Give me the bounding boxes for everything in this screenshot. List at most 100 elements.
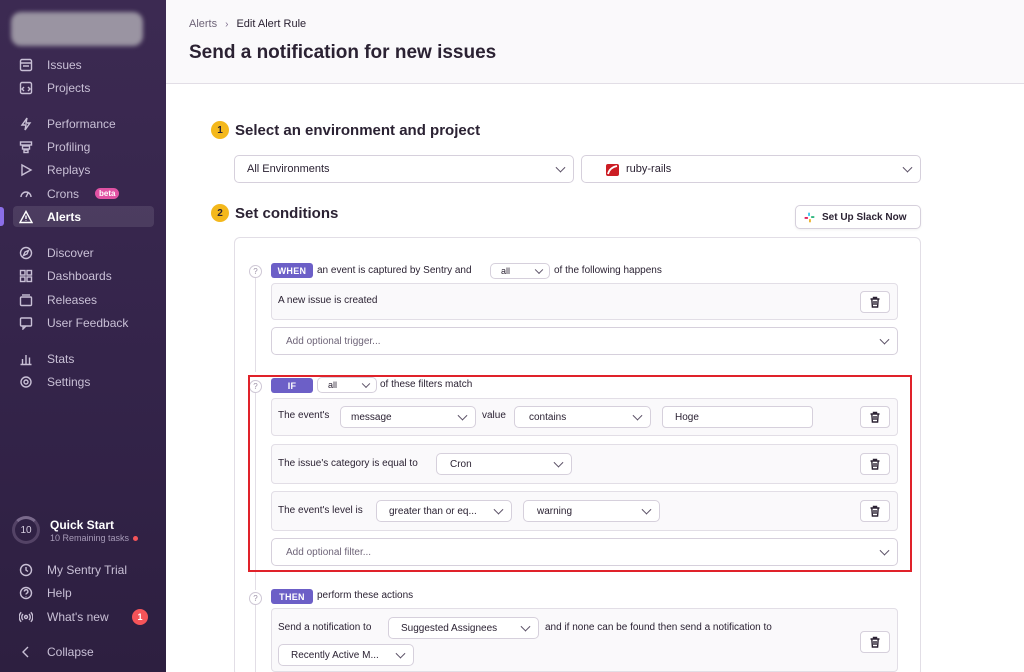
- project-platform-icon: [606, 164, 619, 179]
- action-fallback-select[interactable]: Recently Active M...: [278, 644, 414, 666]
- crons-icon: [19, 187, 33, 201]
- org-switcher[interactable]: [11, 12, 143, 46]
- sidebar-item-stats[interactable]: Stats: [13, 348, 154, 369]
- page-title: Send a notification for new issues: [189, 42, 497, 63]
- environment-select[interactable]: All Environments: [234, 155, 574, 183]
- chevron-down-icon: [879, 334, 890, 345]
- sidebar-item-label: Releases: [47, 292, 98, 307]
- profiling-icon: [19, 140, 33, 154]
- settings-icon: [19, 375, 33, 389]
- when-match-value: all: [501, 266, 511, 276]
- action-label: Send a notification to: [278, 622, 372, 633]
- performance-icon: [19, 117, 33, 131]
- step-set-conditions: 2 Set conditions: [211, 204, 338, 222]
- sidebar-item-whats-new[interactable]: What's new 1: [13, 606, 154, 627]
- whats-new-count-badge: 1: [132, 608, 148, 625]
- issues-icon: [19, 58, 33, 72]
- chevron-down-icon: [555, 162, 566, 173]
- setup-slack-button[interactable]: Set Up Slack Now: [795, 205, 921, 229]
- sidebar-item-label: My Sentry Trial: [47, 562, 128, 577]
- sidebar-item-label: Settings: [47, 374, 91, 389]
- add-trigger-placeholder: Add optional trigger...: [286, 335, 381, 347]
- chevron-down-icon: [902, 162, 913, 173]
- breadcrumb-alerts-link[interactable]: Alerts: [189, 18, 217, 30]
- sidebar-item-help[interactable]: Help: [13, 582, 154, 603]
- sidebar-item-performance[interactable]: Performance: [13, 113, 154, 134]
- sidebar-item-label: What's new: [47, 609, 109, 624]
- sidebar-item-discover[interactable]: Discover: [13, 242, 154, 263]
- step-number-badge: 2: [211, 204, 229, 222]
- delete-trigger-button[interactable]: [860, 291, 890, 313]
- sidebar-item-label: Stats: [47, 351, 75, 366]
- timeline-line: [255, 604, 256, 672]
- sidebar-item-label: Dashboards: [47, 268, 112, 283]
- sidebar-item-label: Performance: [47, 116, 116, 131]
- delete-action-button[interactable]: [860, 631, 890, 653]
- stats-icon: [19, 352, 33, 366]
- help-icon: [19, 586, 33, 600]
- sidebar-item-settings[interactable]: Settings: [13, 371, 154, 392]
- sidebar-item-user-feedback[interactable]: User Feedback: [13, 312, 154, 333]
- project-select-value: ruby-rails: [626, 163, 672, 175]
- chevron-down-icon: [520, 621, 531, 632]
- step-title: Select an environment and project: [235, 121, 481, 139]
- quick-start-remaining: 10 Remaining tasks: [50, 533, 130, 543]
- user-feedback-icon: [19, 316, 33, 330]
- sidebar-item-label: Replays: [47, 162, 91, 177]
- help-icon[interactable]: ?: [249, 265, 262, 278]
- alerts-icon: [19, 209, 33, 224]
- quick-start-progress[interactable]: 10: [12, 516, 40, 544]
- timeline-line: [255, 278, 256, 372]
- chevron-down-icon: [395, 648, 406, 659]
- quick-start-subtitle: 10 Remaining tasks: [50, 533, 139, 543]
- dashboards-icon: [19, 269, 33, 283]
- sidebar-item-label: Crons: [47, 186, 80, 201]
- action-target-select[interactable]: Suggested Assignees: [388, 617, 539, 639]
- chevron-right-icon: ›: [225, 18, 229, 30]
- sidebar-item-profiling[interactable]: Profiling: [13, 136, 154, 157]
- trial-icon: [19, 563, 33, 577]
- sidebar-item-label: Discover: [47, 245, 94, 260]
- help-icon[interactable]: ?: [249, 592, 262, 605]
- then-tag: THEN: [271, 589, 313, 604]
- sidebar-item-trial[interactable]: My Sentry Trial: [13, 559, 154, 580]
- releases-icon: [19, 293, 33, 307]
- sidebar-item-label: Projects: [47, 80, 91, 95]
- action-fallback-text: and if none can be found then send a not…: [545, 622, 772, 633]
- action-fallback-value: Recently Active M...: [291, 649, 379, 661]
- breadcrumb-current: Edit Alert Rule: [236, 18, 307, 30]
- page-header: Alerts › Edit Alert Rule Send a notifica…: [166, 0, 1024, 84]
- project-select[interactable]: ruby-rails: [581, 155, 921, 183]
- step-environment-project: 1 Select an environment and project: [211, 121, 480, 139]
- trash-icon: [870, 636, 880, 648]
- sidebar-item-projects[interactable]: Projects: [13, 77, 154, 98]
- sidebar-item-alerts[interactable]: Alerts: [0, 206, 154, 227]
- sidebar-item-label: Collapse: [47, 644, 94, 659]
- replays-icon: [19, 163, 33, 177]
- quick-start-title[interactable]: Quick Start: [50, 518, 114, 532]
- notification-dot: [133, 536, 139, 542]
- sidebar-item-label: Help: [47, 585, 72, 600]
- breadcrumb: Alerts › Edit Alert Rule: [189, 18, 306, 30]
- environment-select-value: All Environments: [247, 163, 330, 175]
- projects-icon: [19, 81, 33, 95]
- then-text-after: perform these actions: [317, 590, 414, 601]
- sidebar-item-releases[interactable]: Releases: [13, 289, 154, 310]
- slack-icon: [804, 211, 815, 223]
- sidebar-item-crons[interactable]: Crons beta: [13, 183, 154, 204]
- when-text-before: an event is captured by Sentry and: [317, 265, 472, 276]
- when-match-select[interactable]: all: [490, 263, 550, 279]
- sidebar-item-issues[interactable]: Issues: [13, 54, 154, 75]
- action-target-value: Suggested Assignees: [401, 622, 498, 634]
- sidebar-item-dashboards[interactable]: Dashboards: [13, 265, 154, 286]
- quick-start-count: 10: [20, 524, 32, 536]
- sidebar-item-label: User Feedback: [47, 315, 129, 330]
- sidebar-collapse[interactable]: Collapse: [13, 641, 154, 662]
- sidebar-item-replays[interactable]: Replays: [13, 159, 154, 180]
- step-number-badge: 1: [211, 121, 229, 139]
- collapse-icon: [19, 645, 33, 659]
- step-title: Set conditions: [235, 204, 339, 222]
- add-trigger-select[interactable]: Add optional trigger...: [271, 327, 898, 355]
- when-tag: WHEN: [271, 263, 313, 278]
- setup-slack-label: Set Up Slack Now: [822, 211, 907, 223]
